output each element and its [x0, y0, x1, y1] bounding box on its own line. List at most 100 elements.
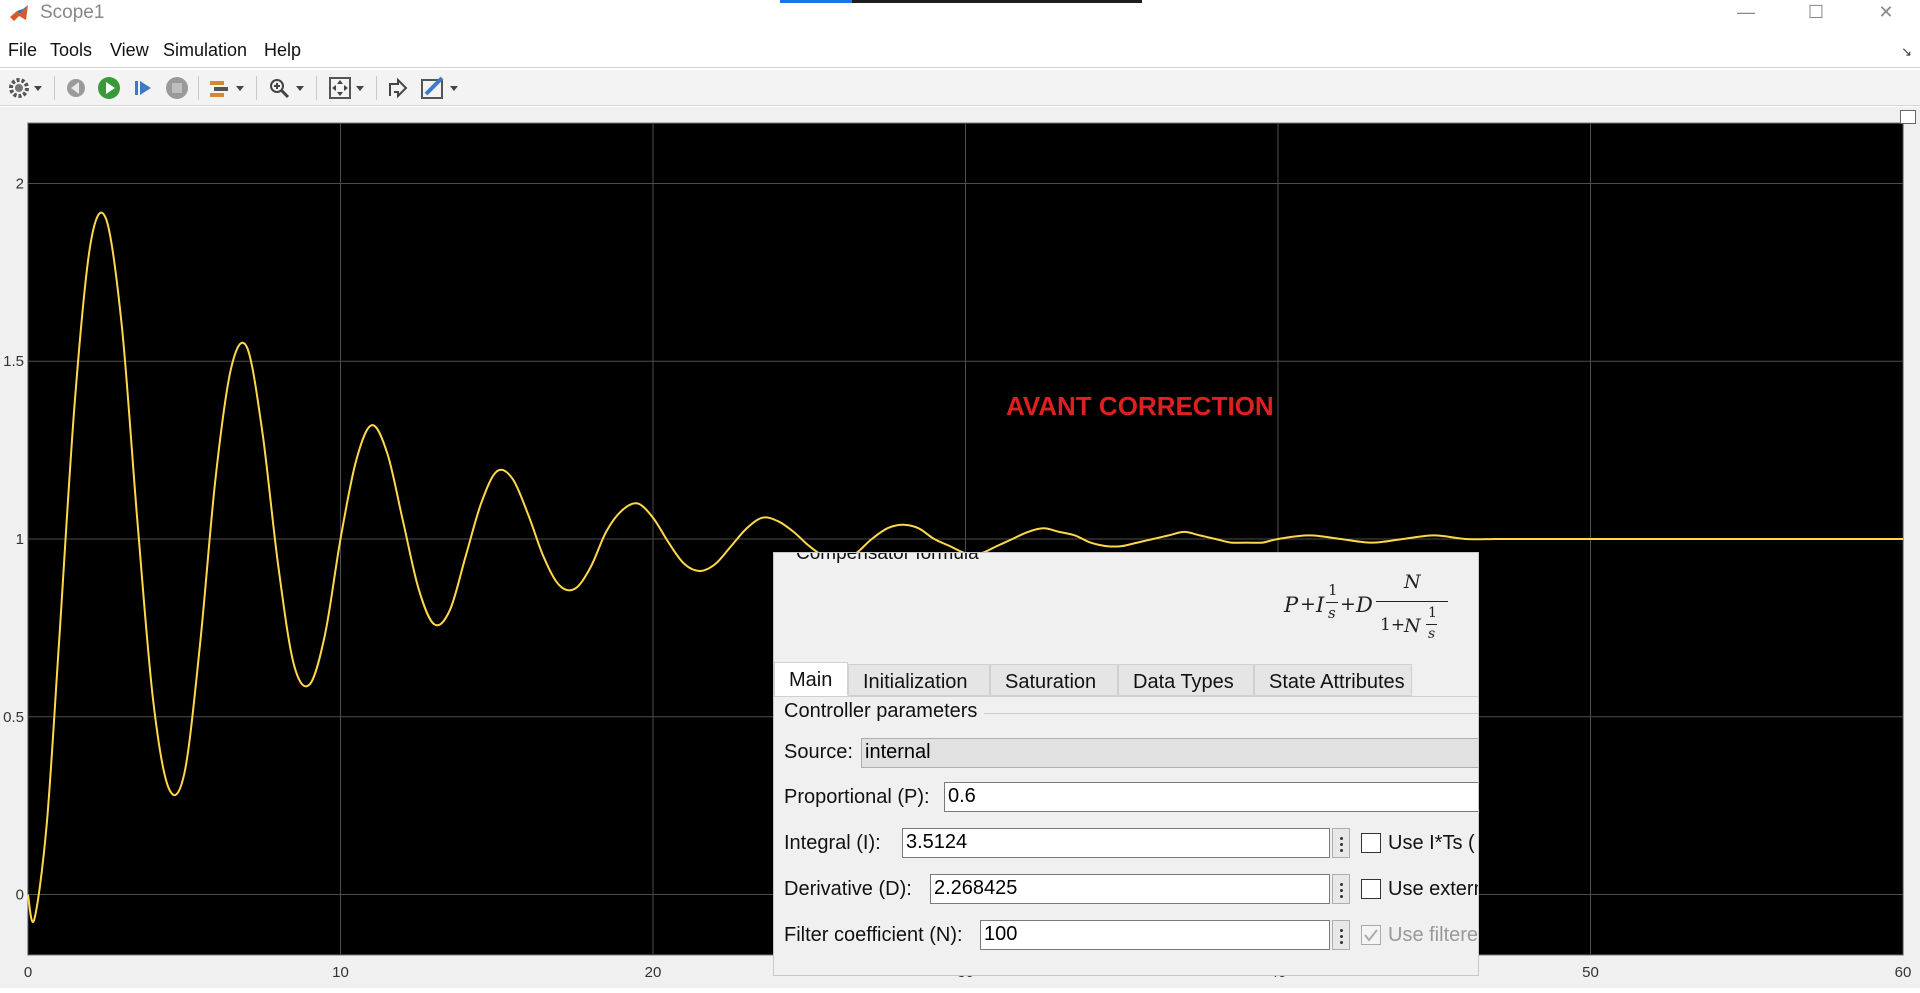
tab-saturation[interactable]: Saturation [990, 664, 1118, 696]
toolbar-separator [376, 76, 377, 100]
settings-icon [9, 78, 29, 98]
zoom-button[interactable] [268, 74, 304, 102]
source-label: Source: [784, 741, 853, 763]
title-bar: Scope1 — ☐ ✕ [0, 0, 1920, 26]
chevron-down-icon [356, 85, 364, 91]
compensator-formula-title: Compensator formula [796, 552, 979, 564]
menu-bar: File Tools View Simulation Help ↘ [0, 36, 1920, 68]
y-tick-label: 0.5 [3, 709, 24, 726]
y-tick-label: 1.5 [3, 353, 24, 370]
triggers-button[interactable] [208, 74, 244, 102]
menu-help[interactable]: Help [264, 40, 301, 61]
proportional-field[interactable]: 0.6 [944, 782, 1478, 812]
toolbar-separator [198, 76, 199, 100]
y-tick-label: 0 [16, 887, 24, 904]
use-filtered-checkbox[interactable] [1361, 925, 1381, 945]
derivative-more-button[interactable] [1332, 874, 1350, 904]
toolbar [0, 70, 1920, 106]
dock-arrow-icon[interactable]: ↘ [1901, 44, 1912, 60]
fit-axes-icon [329, 77, 351, 99]
formula-numerator-n: N [1404, 571, 1421, 593]
step-forward-button[interactable] [131, 74, 155, 102]
formula-d: D [1356, 593, 1373, 617]
filter-coefficient-field[interactable]: 100 [980, 920, 1330, 950]
fraction-bar [1326, 602, 1338, 603]
use-external-label: Use extern [1388, 878, 1479, 900]
fraction-bar [1426, 624, 1437, 625]
integral-field[interactable]: 3.5124 [902, 828, 1330, 858]
pid-parameters-dialog: Compensator formula P + I 1 s + D N 1+ N… [773, 552, 1479, 976]
proportional-label: Proportional (P): [784, 786, 930, 808]
chevron-down-icon [34, 85, 42, 91]
close-button[interactable]: ✕ [1856, 0, 1916, 26]
restore-button[interactable] [386, 74, 410, 102]
maximize-button[interactable]: ☐ [1786, 0, 1846, 26]
integral-label: Integral (I): [784, 832, 881, 854]
use-external-checkbox[interactable] [1361, 879, 1381, 899]
use-its-label: Use I*Ts ( [1388, 832, 1475, 854]
undock-icon[interactable] [1900, 110, 1916, 124]
group-line [984, 713, 1478, 714]
toolbar-separator [256, 76, 257, 100]
run-button[interactable] [97, 74, 121, 102]
tab-data-types[interactable]: Data Types [1118, 664, 1254, 696]
checkmark-icon [1364, 929, 1378, 942]
run-icon [98, 77, 120, 99]
group-title-controller-parameters: Controller parameters [784, 700, 978, 722]
menu-view[interactable]: View [110, 40, 149, 61]
annotation-avant-correction: AVANT CORRECTION [1006, 391, 1274, 421]
tab-state-attributes[interactable]: State Attributes [1254, 664, 1412, 696]
stop-icon [166, 77, 188, 99]
formula-numerator-one: 1 [1328, 581, 1338, 599]
x-tick-label: 10 [332, 964, 349, 981]
stop-button[interactable] [165, 74, 189, 102]
formula-denominator-one: 1+ [1380, 615, 1406, 635]
x-tick-label: 50 [1582, 964, 1599, 981]
settings-button[interactable] [8, 74, 42, 102]
step-back-icon [67, 79, 85, 97]
step-back-button[interactable] [64, 74, 88, 102]
source-dropdown[interactable]: internal [861, 738, 1478, 768]
menu-tools[interactable]: Tools [50, 40, 92, 61]
formula-plus: + [1300, 593, 1316, 615]
x-tick-label: 60 [1895, 964, 1912, 981]
fit-axes-button[interactable] [328, 74, 364, 102]
minimize-button[interactable]: — [1716, 0, 1776, 26]
y-tick-label: 2 [16, 175, 24, 192]
menu-simulation[interactable]: Simulation [163, 40, 247, 61]
use-its-checkbox[interactable] [1361, 833, 1381, 853]
derivative-field[interactable]: 2.268425 [930, 874, 1330, 904]
menu-file[interactable]: File [8, 40, 37, 61]
filter-more-button[interactable] [1332, 920, 1350, 950]
matlab-logo-icon [10, 5, 28, 21]
fraction-bar [1376, 601, 1448, 602]
x-tick-label: 20 [645, 964, 662, 981]
toolbar-separator [54, 76, 55, 100]
derivative-label: Derivative (D): [784, 878, 912, 900]
tab-initialization[interactable]: Initialization [848, 664, 990, 696]
integral-more-button[interactable] [1332, 828, 1350, 858]
title-progress-fill [780, 0, 853, 3]
chevron-down-icon [236, 85, 244, 91]
chevron-down-icon [296, 85, 304, 91]
formula-s: s [1428, 626, 1436, 642]
x-tick-label: 0 [24, 964, 32, 981]
formula-p: P [1284, 593, 1299, 617]
tab-main[interactable]: Main [774, 662, 848, 696]
formula-numerator-one: 1 [1428, 605, 1437, 621]
formula-denominator-n: N [1404, 615, 1421, 637]
compensator-formula: P + I 1 s + D N 1+ N 1 s [1284, 571, 1464, 657]
formula-plus: + [1340, 593, 1356, 615]
chevron-down-icon [450, 85, 458, 91]
edit-button[interactable] [420, 74, 458, 102]
window-title: Scope1 [40, 2, 105, 23]
y-tick-label: 1 [16, 531, 24, 548]
triggers-icon [210, 81, 228, 97]
use-filtered-label: Use filtere [1388, 924, 1479, 946]
zoom-icon [270, 79, 290, 99]
step-forward-icon [135, 81, 151, 95]
formula-i: I [1316, 593, 1325, 617]
formula-s: s [1328, 604, 1336, 622]
edit-icon [421, 76, 444, 99]
restore-icon [389, 77, 408, 99]
